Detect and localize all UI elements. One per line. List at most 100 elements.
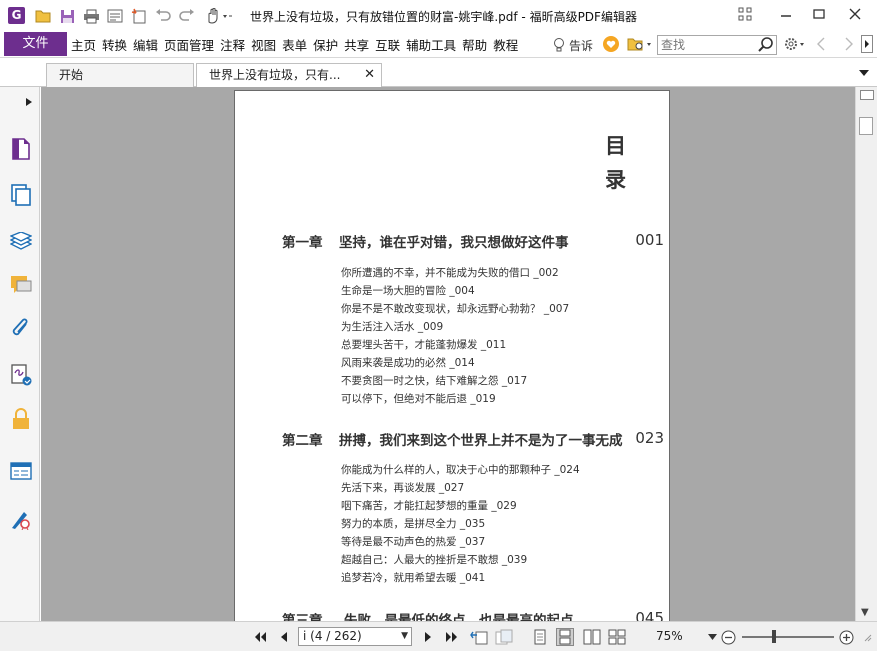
layout-mode-icon[interactable]	[733, 4, 757, 24]
resize-grip-icon[interactable]	[860, 629, 874, 645]
first-page-icon[interactable]	[252, 629, 268, 645]
zoom-dropdown-icon[interactable]	[706, 629, 718, 645]
tab-list-dropdown-icon[interactable]	[855, 64, 873, 82]
toc-entry[interactable]: 不要贪图一时之快，结下难解之怨 _017	[341, 372, 569, 390]
maximize-button[interactable]	[807, 4, 831, 24]
minimize-button[interactable]	[774, 4, 798, 24]
security-lock-icon[interactable]	[9, 407, 33, 431]
chapter-title: 拼搏，我们来到这个世界上并不是为了一事无成	[339, 433, 623, 449]
file-menu-button[interactable]: 文件	[4, 32, 67, 56]
menu-item-accessibility[interactable]: 辅助工具	[406, 35, 456, 54]
zoom-slider-track[interactable]	[742, 636, 834, 638]
toc-entry[interactable]: 你能成为什么样的人，取决于心中的那颗种子 _024	[341, 461, 580, 479]
menu-item-home[interactable]: 主页	[71, 35, 96, 54]
document-viewport[interactable]: 目 录 第一章 坚持，谁在乎对错，我只想做好这件事 001 你所遭遇的不幸，并不…	[41, 87, 855, 621]
toc-entry[interactable]: 生命是一场大胆的冒险 _004	[341, 282, 569, 300]
page-dropdown-icon[interactable]: ▼	[401, 628, 408, 645]
zoom-slider-thumb[interactable]	[772, 630, 776, 643]
expand-panel-icon[interactable]	[22, 93, 36, 111]
scroll-up-button[interactable]	[860, 90, 874, 100]
tab-document[interactable]: 世界上没有垃圾，只有... ✕	[196, 63, 382, 88]
previous-view-icon[interactable]	[470, 629, 488, 645]
close-window-button[interactable]	[843, 4, 867, 24]
toc-entry[interactable]: 努力的本质，是拼尽全力 _035	[341, 515, 580, 533]
menu-item-view[interactable]: 视图	[251, 35, 276, 54]
comments-icon[interactable]	[9, 273, 33, 297]
next-view-icon[interactable]	[495, 629, 513, 645]
facing-view-icon[interactable]	[583, 629, 601, 645]
properties-icon[interactable]	[106, 7, 124, 25]
toc-chapter[interactable]: 第三章 失败，是最低的终点，也是最高的起点 045	[282, 609, 664, 621]
lightbulb-icon	[554, 37, 564, 51]
ribbon-expand-icon[interactable]	[860, 35, 874, 53]
menu-item-connect[interactable]: 互联	[375, 35, 400, 54]
vertical-scrollbar[interactable]: ▼	[855, 87, 877, 621]
toc-entry[interactable]: 风雨来袭是成功的必然 _014	[341, 354, 569, 372]
menu-bar: 文件 主页 转换 编辑 页面管理 注释 视图 表单 保护 共享 互联 辅助工具 …	[0, 31, 877, 58]
close-tab-icon[interactable]: ✕	[364, 64, 375, 86]
toc-entry[interactable]: 可以停下，但绝对不能后退 _019	[341, 390, 569, 408]
continuous-view-icon[interactable]	[556, 628, 574, 646]
undo-icon[interactable]	[154, 7, 172, 25]
zoom-level[interactable]: 75%	[656, 629, 683, 643]
single-page-view-icon[interactable]	[533, 629, 547, 645]
menu-item-organize[interactable]: 页面管理	[164, 35, 214, 54]
page-thumbnails-icon[interactable]	[9, 137, 33, 161]
bookmarks-pages-icon[interactable]	[9, 183, 33, 207]
last-page-icon[interactable]	[444, 629, 460, 645]
scrollbar-thumb[interactable]	[859, 117, 873, 135]
menu-item-help[interactable]: 帮助	[462, 35, 487, 54]
menu-item-share[interactable]: 共享	[344, 35, 369, 54]
new-document-icon[interactable]	[130, 7, 148, 25]
menu-item-edit[interactable]: 编辑	[133, 35, 158, 54]
chapter-page-number: 023	[635, 429, 664, 447]
toc-entry[interactable]: 咽下痛苦，才能扛起梦想的重量 _029	[341, 497, 580, 515]
scroll-down-arrow-icon[interactable]: ▼	[861, 607, 869, 618]
toc-chapter[interactable]: 第二章 拼搏，我们来到这个世界上并不是为了一事无成 023	[282, 429, 664, 449]
layers-icon[interactable]	[9, 229, 33, 253]
menu-item-convert[interactable]: 转换	[102, 35, 127, 54]
search-icon[interactable]	[758, 37, 774, 56]
tell-me[interactable]: 告诉	[553, 35, 593, 55]
search-field[interactable]	[657, 35, 777, 55]
save-icon[interactable]	[58, 7, 76, 25]
menu-item-form[interactable]: 表单	[282, 35, 307, 54]
toc-entry[interactable]: 为生活注入活水 _009	[341, 318, 569, 336]
chapter-page-number: 045	[635, 609, 664, 621]
menu-item-tutorial[interactable]: 教程	[493, 35, 518, 54]
menu-item-protect[interactable]: 保护	[313, 35, 338, 54]
toc-entry[interactable]: 总要埋头苦干，才能蓬勃爆发 _011	[341, 336, 569, 354]
pdf-page[interactable]: 目 录 第一章 坚持，谁在乎对错，我只想做好这件事 001 你所遭遇的不幸，并不…	[234, 90, 670, 621]
menu-item-comment[interactable]: 注释	[220, 35, 245, 54]
next-page-icon[interactable]	[421, 629, 435, 645]
form-fields-icon[interactable]	[9, 459, 33, 483]
toc-entry[interactable]: 超越自己：人最大的挫折是不敢想 _039	[341, 551, 580, 569]
hand-tool-dropdown-icon[interactable]	[204, 7, 234, 25]
previous-arrow-icon[interactable]	[812, 35, 830, 53]
toc-entry[interactable]: 你是不是不敢改变现状，却永远野心勃勃？ _007	[341, 300, 569, 318]
app-logo-icon[interactable]: G	[8, 7, 25, 24]
chapter-number: 第一章	[282, 235, 323, 251]
toc-entry[interactable]: 等待是最不动声色的热爱 _037	[341, 533, 580, 551]
previous-page-icon[interactable]	[277, 629, 291, 645]
settings-gear-icon[interactable]	[782, 35, 808, 53]
toc-entry[interactable]: 追梦若冷，就用希望去暖 _041	[341, 569, 580, 587]
next-arrow-icon[interactable]	[840, 35, 858, 53]
signatures-icon[interactable]	[9, 363, 33, 387]
toc-entry[interactable]: 你所遭遇的不幸，并不能成为失败的借口 _002	[341, 264, 569, 282]
feedback-heart-icon[interactable]	[602, 35, 620, 53]
tab-start[interactable]: 开始	[46, 63, 194, 87]
search-input[interactable]	[661, 37, 757, 53]
zoom-out-icon[interactable]	[720, 629, 736, 645]
zoom-in-icon[interactable]	[838, 629, 854, 645]
print-icon[interactable]	[82, 7, 100, 25]
continuous-facing-view-icon[interactable]	[608, 629, 626, 645]
find-options-icon[interactable]	[626, 35, 654, 53]
sign-and-certify-icon[interactable]	[9, 507, 33, 531]
page-number-field[interactable]: i (4 / 262) ▼	[298, 627, 412, 646]
toc-chapter[interactable]: 第一章 坚持，谁在乎对错，我只想做好这件事 001	[282, 231, 664, 251]
redo-icon[interactable]	[178, 7, 196, 25]
toc-entry[interactable]: 先活下来，再谈发展 _027	[341, 479, 580, 497]
attachments-icon[interactable]	[9, 317, 33, 341]
open-folder-icon[interactable]	[34, 7, 52, 25]
